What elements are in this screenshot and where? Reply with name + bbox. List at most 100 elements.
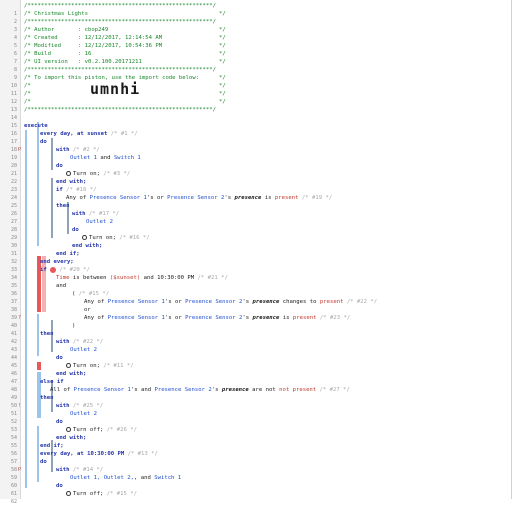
code-line-22: 22 Turn on; /* #3 */ — [0, 170, 510, 185]
with-keyword[interactable]: with — [56, 147, 69, 153]
device-outlet-2[interactable]: Outlet 2, — [104, 475, 134, 481]
sunset-value[interactable]: sunset — [87, 131, 107, 137]
code-line-32: 32 end if; — [0, 250, 510, 265]
turn-on-command[interactable]: Turn on; — [89, 235, 116, 241]
code-line-26: 26 then — [0, 202, 510, 217]
do-keyword: do — [72, 227, 79, 233]
device-presence-2[interactable]: Presence Sensor 2 — [154, 387, 211, 393]
device-outlet-2[interactable]: Outlet 2 — [86, 218, 113, 226]
piston-code-viewer: 1 /*************************************… — [0, 0, 520, 505]
device-outlet-2[interactable]: Outlet 2 — [70, 410, 97, 418]
every-day-keyword[interactable]: every day, at — [40, 451, 84, 457]
if-keyword[interactable]: if — [40, 267, 47, 273]
ui-version-label: /* UI version : — [24, 59, 85, 65]
are-not: are not — [252, 387, 276, 393]
statement-id: /* #22 */ — [346, 299, 378, 305]
code-line-48: 48 else if — [0, 378, 510, 393]
statement-id: /* #21 */ — [197, 275, 228, 281]
right-border — [511, 0, 512, 499]
code-line-37: 37 ( /* #15 */ — [0, 290, 510, 305]
time-value[interactable]: 10:30:00 PM — [87, 451, 124, 457]
code-line-31: 31 end with; — [0, 242, 510, 257]
device-outlet-1[interactable]: Outlet 1 — [70, 155, 97, 161]
turn-on-command[interactable]: Turn on; — [73, 363, 100, 369]
end-if-keyword: end if; — [40, 443, 64, 449]
statement-id: /* #13 */ — [127, 451, 158, 457]
and-word: and — [143, 275, 154, 281]
code-line-43: 43 with /* #22 */ — [0, 338, 510, 353]
statement-id: /* #19 */ — [301, 195, 333, 201]
header-border: /***************************************… — [24, 107, 216, 113]
device-presence-1[interactable]: Presence Sensor 1 — [108, 315, 165, 321]
possessive-or: 's or — [146, 195, 164, 201]
time-end[interactable]: 10:30:00 PM — [157, 275, 194, 281]
value-present[interactable]: present — [320, 299, 344, 305]
comment-end: */ — [219, 51, 226, 57]
end-with-keyword: end with; — [56, 179, 87, 185]
build-label: /* Build : — [24, 51, 85, 57]
device-outlet-2[interactable]: Outlet 2 — [70, 346, 97, 354]
if-keyword[interactable]: if — [56, 187, 63, 193]
code-line-39: 39 or — [0, 306, 510, 321]
comment-end: */ — [219, 59, 226, 65]
possessive-or: 's or — [164, 299, 182, 305]
do-keyword: do — [56, 419, 63, 425]
close-paren: ) — [72, 323, 76, 329]
any-of: Any of — [66, 195, 87, 201]
import-code[interactable]: umnhi — [90, 82, 140, 97]
code-line-7: 7 /* Build : 16 */ — [0, 50, 510, 65]
code-line-36: 36 and — [0, 282, 510, 297]
device-presence-2[interactable]: Presence Sensor 2 — [167, 195, 224, 201]
code-line-34: 34 if /* #20 */ — [0, 266, 510, 281]
code-line-5: 5 /* Created : 12/12/2017, 12:14:54 AM *… — [0, 34, 510, 49]
device-switch-1[interactable]: Switch 1 — [114, 155, 141, 161]
code-line-53: 53 do — [0, 418, 510, 433]
comment-end: */ — [219, 91, 226, 97]
is-between: is between — [72, 275, 107, 281]
any-of: Any of — [84, 315, 105, 321]
device-switch-1[interactable]: Switch 1 — [154, 475, 181, 481]
statement-id: /* #18 */ — [66, 187, 97, 193]
value-present[interactable]: present — [275, 195, 299, 201]
sunset-var[interactable]: ($sunset) — [110, 275, 140, 281]
code-line-35: 35 Time is between ($sunset) and 10:30:0… — [0, 274, 510, 289]
else-if-keyword[interactable]: else if — [40, 378, 64, 386]
with-keyword[interactable]: with — [56, 339, 69, 345]
with-keyword[interactable]: with — [56, 403, 69, 409]
comment-open: /* — [24, 83, 31, 89]
end-with-keyword: end with; — [56, 435, 87, 441]
comment-end: */ — [219, 43, 226, 49]
header-border: /***************************************… — [24, 19, 216, 25]
command-bullet-icon — [66, 491, 71, 496]
and-operator[interactable]: and — [56, 282, 66, 290]
turn-off-command[interactable]: Turn off; — [73, 491, 103, 497]
time-condition[interactable]: Time — [56, 275, 69, 281]
with-keyword[interactable]: with — [72, 211, 85, 217]
or-operator[interactable]: or — [84, 306, 91, 314]
every-day-keyword[interactable]: every day, at — [40, 131, 84, 137]
device-outlet-1[interactable]: Outlet 1, — [70, 475, 100, 481]
device-presence-1[interactable]: Presence Sensor 1 — [108, 299, 165, 305]
statement-id: /* #11 */ — [103, 363, 134, 369]
code-line-15: 15 — [0, 114, 510, 129]
code-line-58: 58 do — [0, 458, 510, 473]
end-with-keyword: end with; — [72, 243, 103, 249]
all-of: All of — [50, 387, 71, 393]
code-line-23: 23 end with; — [0, 178, 510, 193]
value-present[interactable]: present — [293, 315, 317, 321]
device-presence-2[interactable]: Presence Sensor 2 — [185, 315, 242, 321]
value-not-present[interactable]: not present — [279, 387, 316, 393]
code-line-3: 3 /*************************************… — [0, 18, 510, 33]
device-presence-1[interactable]: Presence Sensor 1 — [90, 195, 147, 201]
code-line-1: 1 /*************************************… — [0, 2, 510, 17]
device-presence-1[interactable]: Presence Sensor 1 — [74, 387, 131, 393]
device-presence-2[interactable]: Presence Sensor 2 — [185, 299, 242, 305]
code-line-18: 18 do — [0, 138, 510, 153]
with-keyword[interactable]: with — [56, 467, 69, 473]
code-line-54: 54 Turn off; /* #26 */ — [0, 426, 510, 441]
turn-off-command[interactable]: Turn off; — [73, 427, 103, 433]
attribute-presence: presence — [252, 315, 280, 321]
execute-keyword[interactable]: execute — [24, 122, 48, 130]
command-bullet-icon — [66, 171, 71, 176]
turn-on-command[interactable]: Turn on; — [73, 171, 100, 177]
